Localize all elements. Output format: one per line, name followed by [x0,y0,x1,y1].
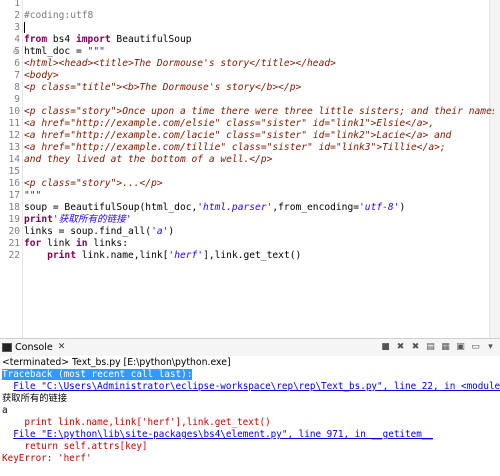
code-line-11: <a href="http://example.com/elsie" class… [24,118,435,129]
line-number: 13 [8,142,20,153]
line-number: 12 [8,130,20,141]
remove-launch-icon[interactable]: ✖ [395,341,406,352]
line-number: 2 [14,10,20,21]
code-line-6: <html><head><title>The Dormouse's story<… [24,58,336,69]
line-number: 6 [14,58,20,69]
traceback-code-2: return self.attrs[key] [2,441,148,452]
line-number: 19 [8,214,20,225]
error-line: KeyError: 'herf' [2,453,92,464]
line-number: 15 [8,166,20,177]
tab-console[interactable]: Console ✕ [2,341,65,354]
line-number: 11 [8,118,20,129]
code-line-20: links = soup.find_all('a') [24,226,175,237]
code-line-21: for link in links: [24,238,128,249]
code-line-14: and they lived at the bottom of a well.<… [24,154,273,165]
code-line-16: <p class="story">...</p> [24,178,163,189]
traceback-file-1: File "C:\Users\Administrator\eclipse-wor… [2,381,500,393]
code-line-17: """ [24,190,42,201]
console-output[interactable]: <terminated> Text_bs.py [E:\python\pytho… [0,356,500,476]
line-number: 18 [8,202,20,213]
code-line-2: #coding:utf8 [24,10,94,21]
line-number: 17 [8,190,20,201]
line-number: 1 [14,0,20,9]
console-toolbar: ■ ✖ ✖ ▤ ▦ ▣ ▭ ▾ [380,341,496,352]
code-line-22: print link.name,link['herf'],link.get_te… [47,250,302,261]
code-line-19: print'获取所有的链接' [24,214,132,225]
remove-all-icon[interactable]: ✖ [410,341,421,352]
line-number: 22 [8,250,20,261]
console-icon [2,343,12,352]
traceback-text: Traceback (most recent call last): [2,369,193,380]
terminated-label: <terminated> Text_bs.py [E:\python\pytho… [2,357,231,368]
code-line-5: html_doc = """ [24,46,105,57]
code-line-7: <body> [24,70,59,81]
line-number: 14 [8,154,20,165]
scroll-lock-icon[interactable]: ▦ [440,341,451,352]
traceback-code-1: print link.name,link['herf'],link.get_te… [2,417,271,428]
file-link-1[interactable]: File "C:\Users\Administrator\eclipse-wor… [13,381,500,392]
line-number: 16 [8,178,20,189]
fold-toggle-icon[interactable]: ⊖ [13,46,23,58]
code-line-4: from bs4 import BeautifulSoup [24,34,192,45]
code-line-10: <p class="story">Once upon a time there … [24,106,494,117]
line-number: 9 [14,94,20,105]
line-number: 3 [14,22,20,33]
console-view-header: Console ✕ ■ ✖ ✖ ▤ ▦ ▣ ▭ ▾ [0,338,500,357]
terminate-icon[interactable]: ■ [380,341,391,352]
code-line-18: soup = BeautifulSoup(html_doc,'html.pars… [24,202,406,213]
text-caret [24,22,25,33]
code-line-12: <a href="http://example.com/lacie" class… [24,130,452,141]
code-editor[interactable]: 1 2 3 4 5 ⊖ 6 7 8 9 10 11 12 13 14 15 16 17 18 19 20 21 22 #co… [0,0,500,338]
code-line-3 [24,22,25,34]
console-tab-label: Console [15,342,53,353]
clear-console-icon[interactable]: ▤ [425,341,436,352]
pin-icon[interactable]: ▣ [455,341,466,352]
close-icon[interactable]: ✕ [58,341,66,354]
output-line-2: a [2,405,8,416]
code-line-13: <a href="http://example.com/tillie" clas… [24,142,446,153]
traceback-file-2: File "E:\python\lib\site-packages\bs4\el… [2,429,433,441]
code-area[interactable]: #coding:utf8 from bs4 import BeautifulSo… [24,0,494,338]
file-link-2[interactable]: File "E:\python\lib\site-packages\bs4\el… [13,429,433,440]
display-console-icon[interactable]: ▭ [470,341,481,352]
output-line-1: 获取所有的链接 [2,393,68,404]
line-number: 20 [8,226,20,237]
line-number: 21 [8,238,20,249]
line-number: 8 [14,82,20,93]
code-line-8: <p class="title"><b>The Dormouse's story… [24,82,302,93]
line-number: 7 [14,70,20,81]
chevron-down-icon[interactable]: ▾ [485,341,496,352]
line-number: 10 [8,106,20,117]
traceback-line: Traceback (most recent call last): [2,369,193,381]
line-number: 4 [14,34,20,45]
